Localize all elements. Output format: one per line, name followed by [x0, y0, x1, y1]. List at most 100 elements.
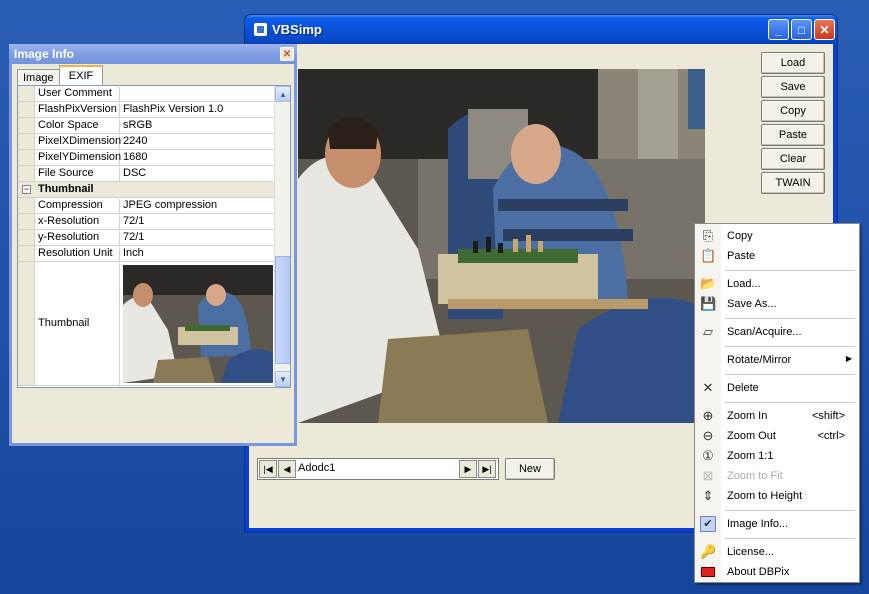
menu-item-zoom-1-1[interactable]: ① Zoom 1:1 [695, 446, 859, 466]
menu-item-license[interactable]: 🔑 License... [695, 542, 859, 562]
scroll-thumb[interactable] [275, 256, 290, 364]
table-row[interactable]: PixelXDimension 2240 [18, 134, 276, 150]
menu-item-about[interactable]: About DBPix [695, 562, 859, 582]
maximize-icon[interactable]: □ [791, 19, 812, 40]
new-button[interactable]: New [505, 458, 555, 480]
row-key: PixelYDimension [36, 151, 121, 166]
table-row[interactable]: FlashPixVersion FlashPix Version 1.0 [18, 102, 276, 118]
section-row-thumbnail[interactable]: − Thumbnail [18, 182, 276, 198]
table-row[interactable]: File Source DSC [18, 166, 276, 182]
menu-item-zoom-in[interactable]: ⊕ Zoom In <shift> [695, 406, 859, 426]
table-row[interactable]: Resolution Unit Inch [18, 246, 276, 262]
clear-button[interactable]: Clear [761, 148, 825, 170]
menu-separator [725, 402, 855, 403]
row-key: Thumbnail [36, 263, 120, 386]
table-row[interactable]: PixelYDimension 1680 [18, 150, 276, 166]
menu-item-rotate-mirror[interactable]: Rotate/Mirror ▶ [695, 350, 859, 370]
row-key: y-Resolution [36, 231, 120, 246]
table-row[interactable]: x-Resolution 72/1 [18, 214, 276, 230]
chess-photo-image [298, 69, 705, 423]
menu-separator [725, 270, 855, 271]
scroll-down-icon[interactable]: ▼ [275, 371, 290, 387]
menu-item-zoom-out[interactable]: ⊖ Zoom Out <ctrl> [695, 426, 859, 446]
tab-exif[interactable]: EXIF [59, 65, 103, 85]
table-row[interactable]: Thumbnail [18, 262, 276, 386]
row-value: 2240 [123, 135, 148, 147]
zoom-out-icon: ⊖ [702, 428, 714, 443]
menu-item-scan[interactable]: ▱ Scan/Acquire... [695, 322, 859, 342]
paste-button[interactable]: Paste [761, 124, 825, 146]
scroll-up-icon[interactable]: ▲ [275, 86, 290, 102]
menu-item-load[interactable]: 📂 Load... [695, 274, 859, 294]
row-value: 1680 [123, 151, 148, 163]
row-value: DSC [123, 167, 147, 179]
copy-button[interactable]: Copy [761, 100, 825, 122]
table-row[interactable]: Compression JPEG compression [18, 198, 276, 214]
row-value: FlashPix Version 1.0 [123, 103, 224, 115]
row-value: JPEG compression [123, 199, 218, 211]
zoom-in-shortcut: <shift> [811, 410, 845, 422]
load-button[interactable]: Load [761, 52, 825, 74]
section-label: Thumbnail [38, 183, 94, 195]
menu-separator [725, 510, 855, 511]
row-key: Compression [36, 199, 120, 214]
menu-item-image-info[interactable]: ✔ Image Info... [695, 514, 859, 534]
menu-item-zoom-to-fit: ⊠ Zoom to Fit [695, 466, 859, 486]
save-button[interactable]: Save [761, 76, 825, 98]
menu-item-zoom-to-height[interactable]: ⇕ Zoom to Height [695, 486, 859, 506]
close-icon[interactable]: ✕ [814, 19, 835, 40]
zoom-in-icon: ⊕ [702, 408, 714, 423]
chess-photo[interactable] [298, 69, 705, 423]
menu-separator [725, 346, 855, 347]
grid-scrollbar[interactable]: ▲ ▼ [274, 86, 290, 387]
about-logo-icon [701, 567, 715, 577]
minimize-icon[interactable]: _ [768, 19, 789, 40]
last-record-icon[interactable]: ▶| [478, 460, 496, 478]
submenu-arrow-icon: ▶ [845, 354, 852, 363]
menu-separator [725, 318, 855, 319]
menu-item-delete[interactable]: ✕ Delete [695, 378, 859, 398]
first-record-icon[interactable]: |◀ [259, 460, 277, 478]
zoom-height-icon: ⇕ [702, 488, 714, 503]
row-value: 72/1 [123, 215, 145, 227]
context-menu: ⎘ Copy 📋 Paste 📂 Load... 💾 Save As... ▱ … [694, 223, 860, 583]
table-row[interactable]: User Comment [18, 86, 276, 102]
exif-grid: User Comment FlashPixVersion FlashPix Ve… [17, 85, 291, 388]
next-record-icon[interactable]: ▶ [459, 460, 477, 478]
image-info-window: Image Info ✕ Image EXIF User Comment Fla… [9, 44, 297, 446]
row-value: 72/1 [123, 231, 145, 243]
paste-icon: 📋 [700, 248, 717, 263]
zoom-actual-size-icon: ① [702, 448, 714, 463]
menu-item-save-as[interactable]: 💾 Save As... [695, 294, 859, 314]
twain-button[interactable]: TWAIN [761, 172, 825, 194]
checkmark-icon: ✔ [700, 516, 716, 532]
open-folder-icon: 📂 [700, 276, 717, 291]
row-value: sRGB [123, 119, 153, 131]
row-key: PixelXDimension [36, 135, 121, 150]
table-row[interactable]: y-Resolution 72/1 [18, 230, 276, 246]
main-titlebar[interactable]: VBSimp _ □ ✕ [245, 15, 837, 44]
key-icon: 🔑 [700, 544, 717, 559]
delete-x-icon: ✕ [702, 380, 714, 395]
close-icon[interactable]: ✕ [280, 47, 294, 61]
data-control-caption: Adodc1 [298, 462, 336, 474]
row-key: Color Space [36, 119, 120, 134]
image-info-titlebar[interactable]: Image Info ✕ [9, 44, 297, 64]
thumbnail-image [123, 265, 273, 383]
row-key: x-Resolution [36, 215, 120, 230]
scanner-icon: ▱ [703, 324, 713, 339]
menu-item-copy[interactable]: ⎘ Copy [695, 226, 859, 246]
main-window-title: VBSimp [272, 22, 322, 37]
row-key: FlashPixVersion [36, 103, 120, 118]
previous-record-icon[interactable]: ◀ [278, 460, 296, 478]
table-row[interactable]: Color Space sRGB [18, 118, 276, 134]
row-value: Inch [123, 247, 144, 259]
collapse-toggle-icon[interactable]: − [22, 185, 31, 194]
tab-image[interactable]: Image [17, 69, 60, 85]
ado-data-control: |◀ ◀ Adodc1 ▶ ▶| [257, 458, 499, 480]
menu-separator [725, 374, 855, 375]
app-icon [254, 23, 267, 36]
menu-item-paste[interactable]: 📋 Paste [695, 246, 859, 266]
zoom-fit-icon: ⊠ [702, 468, 714, 483]
image-info-title: Image Info [14, 47, 75, 61]
